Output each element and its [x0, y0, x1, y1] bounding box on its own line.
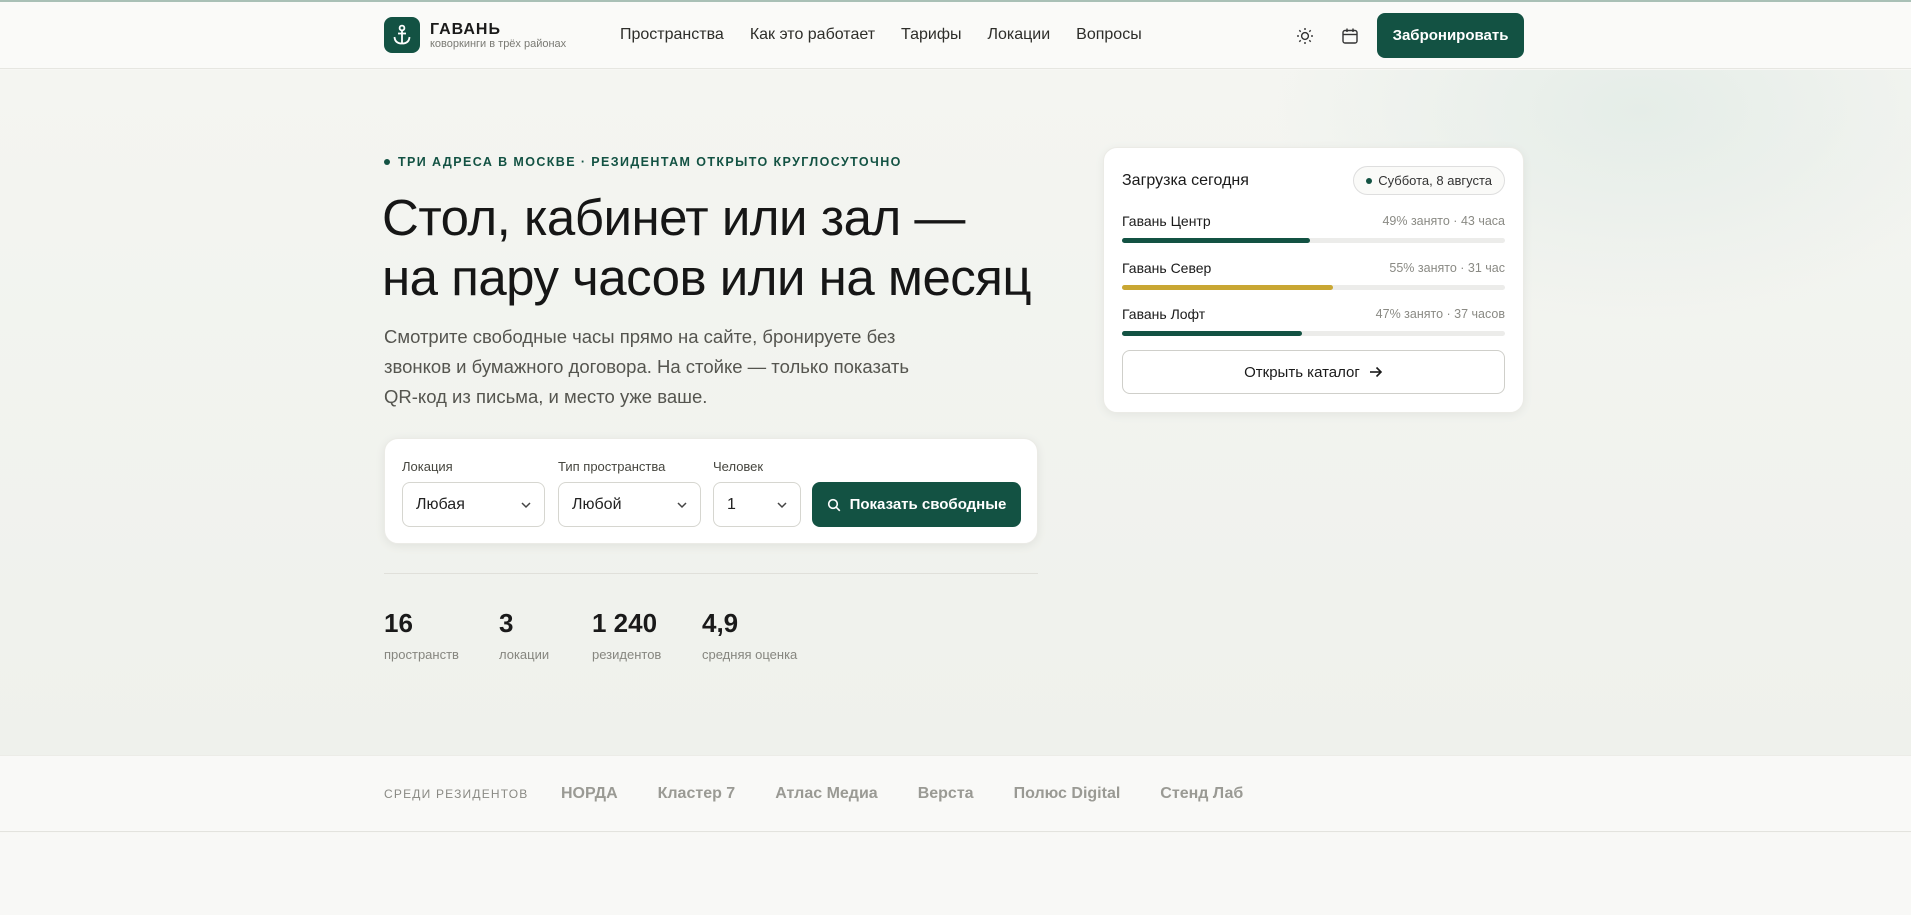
divider	[384, 573, 1038, 574]
location-name: Гавань Север	[1122, 260, 1212, 276]
chevron-down-icon	[521, 502, 531, 509]
search-icon	[827, 498, 840, 511]
residents-strip: СРЕДИ РЕЗИДЕНТОВ НОРДА Кластер 7 Атлас М…	[0, 755, 1911, 832]
occupancy-bar	[1122, 238, 1505, 243]
resident-logo: НОРДА	[561, 785, 618, 802]
people-select[interactable]: 1	[713, 482, 801, 527]
location-select[interactable]: Любая	[402, 482, 545, 527]
hero-eyebrow: ТРИ АДРЕСА В МОСКВЕ · РЕЗИДЕНТАМ ОТКРЫТО…	[384, 155, 902, 169]
brand-tagline: коворкинги в трёх районах	[430, 38, 567, 50]
search-form: Локация Любая Тип пространства Любой Чел…	[384, 438, 1038, 544]
residents-label: СРЕДИ РЕЗИДЕНТОВ	[384, 787, 529, 801]
resident-logo: Верста	[917, 785, 974, 802]
location-value: Любая	[416, 495, 465, 513]
show-available-label: Показать свободные	[849, 496, 1007, 513]
chevron-down-icon	[777, 502, 787, 509]
nav-item-pricing[interactable]: Тарифы	[901, 26, 961, 44]
open-catalog-label: Открыть каталог	[1244, 363, 1360, 381]
open-catalog-button[interactable]: Открыть каталог	[1122, 350, 1505, 394]
occupancy-bar	[1122, 285, 1505, 290]
load-today-card: Загрузка сегодня Суббота, 8 августа Гава…	[1103, 147, 1524, 413]
hero-title: Стол, кабинет или зал — на пару часов ил…	[382, 188, 1032, 308]
space-type-value: Любой	[572, 495, 622, 513]
location-meta: 49% занято · 43 часа	[1382, 214, 1505, 228]
stat-residents-value: 1 240	[592, 608, 658, 638]
hero-title-line-1: Стол, кабинет или зал —	[382, 189, 965, 246]
resident-logo: Стенд Лаб	[1160, 785, 1244, 802]
brand-name[interactable]: ГАВАНЬ	[430, 21, 501, 39]
show-available-button[interactable]: Показать свободные	[812, 482, 1021, 527]
dot-icon	[1366, 177, 1373, 184]
dot-icon	[384, 159, 390, 165]
anchor-icon[interactable]	[384, 17, 420, 53]
page-bottom	[0, 833, 1911, 915]
occupancy-bar-fill	[1122, 285, 1333, 290]
load-title: Загрузка сегодня	[1122, 172, 1249, 189]
book-button[interactable]: Забронировать	[1377, 13, 1524, 58]
hero-section	[0, 70, 1911, 755]
occupancy-bar-fill	[1122, 238, 1310, 243]
hero-lead: Смотрите свободные часы прямо на сайте, …	[384, 326, 909, 407]
eyebrow-text: ТРИ АДРЕСА В МОСКВЕ · РЕЗИДЕНТАМ ОТКРЫТО…	[398, 155, 902, 169]
chevron-down-icon	[677, 502, 687, 509]
location-meta: 55% занято · 31 час	[1389, 261, 1505, 275]
stat-rating-value: 4,9	[702, 608, 739, 638]
resident-logo: Атлас Медиа	[775, 785, 878, 802]
resident-logo: Кластер 7	[657, 785, 736, 802]
hero-title-line-2: на пару часов или на месяц	[382, 249, 1032, 306]
location-name: Гавань Центр	[1122, 213, 1211, 229]
occupancy-bar	[1122, 331, 1505, 336]
location-label: Локация	[402, 459, 453, 474]
space-type-select[interactable]: Любой	[558, 482, 701, 527]
sun-icon[interactable]	[1293, 24, 1317, 48]
people-label: Человек	[713, 459, 764, 474]
stat-locations-label: локации	[499, 647, 550, 662]
occupancy-bar-fill	[1122, 331, 1302, 336]
header: ГАВАНЬ коворкинги в трёх районах Простра…	[0, 2, 1911, 69]
stat-spaces-value: 16	[384, 608, 413, 638]
stat-spaces-label: пространств	[384, 647, 459, 662]
people-value: 1	[727, 495, 736, 513]
space-type-label: Тип пространства	[558, 459, 666, 474]
stat-residents-label: резидентов	[592, 647, 662, 662]
date-badge: Суббота, 8 августа	[1353, 166, 1505, 195]
stat-locations-value: 3	[499, 608, 514, 638]
date-text: Суббота, 8 августа	[1378, 173, 1492, 188]
stat-rating-label: средняя оценка	[702, 647, 798, 662]
location-name: Гавань Лофт	[1122, 306, 1206, 322]
nav-item-how-it-works[interactable]: Как это работает	[750, 26, 875, 44]
arrow-right-icon	[1369, 366, 1383, 378]
resident-logo: Полюс Digital	[1013, 785, 1121, 802]
nav-item-locations[interactable]: Локации	[987, 26, 1050, 44]
main-nav: Пространства Как это работает Тарифы Лок…	[620, 26, 1142, 44]
calendar-icon[interactable]	[1338, 24, 1362, 48]
nav-item-faq[interactable]: Вопросы	[1076, 26, 1142, 44]
location-meta: 47% занято · 37 часов	[1375, 307, 1505, 321]
nav-item-spaces[interactable]: Пространства	[620, 26, 724, 44]
residents-list: НОРДА Кластер 7 Атлас Медиа Верста Полюс…	[561, 785, 1243, 803]
